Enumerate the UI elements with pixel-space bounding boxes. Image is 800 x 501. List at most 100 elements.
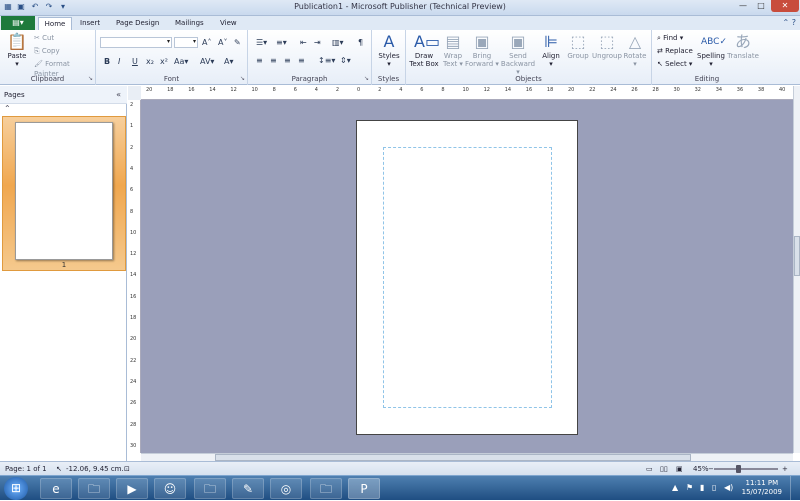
start-button[interactable]: ⊞ xyxy=(4,477,28,500)
zoom-slider-knob[interactable] xyxy=(736,465,741,473)
show-paragraph-marks-icon[interactable]: ¶ xyxy=(358,38,363,48)
bullets-icon[interactable]: ☰▾ xyxy=(256,38,267,48)
taskbar-folder-icon[interactable]: 🗀 xyxy=(194,478,226,499)
styles-button[interactable]: A Styles ▾ xyxy=(374,32,404,68)
copy-button[interactable]: ⎘ Copy xyxy=(34,46,60,56)
dialog-launcher-icon[interactable]: ↘ xyxy=(88,75,93,82)
zoom-in-button[interactable]: + xyxy=(782,465,788,473)
file-menu-button[interactable]: ▤▾ xyxy=(1,16,35,30)
shrink-font-icon[interactable]: A˅ xyxy=(218,38,227,48)
bold-icon[interactable]: B xyxy=(104,57,110,67)
taskbar-disc-app-icon[interactable]: ◎ xyxy=(270,478,302,499)
dialog-launcher-icon[interactable]: ↘ xyxy=(240,75,245,82)
paste-dropdown-icon: ▾ xyxy=(15,60,19,68)
tab-mailings[interactable]: Mailings xyxy=(171,17,208,30)
grow-font-icon[interactable]: A˄ xyxy=(202,38,211,48)
line-spacing-icon[interactable]: ↕≡▾ xyxy=(318,56,335,66)
align-center-icon[interactable]: ≡ xyxy=(270,56,277,66)
taskbar-publisher-icon[interactable]: P xyxy=(348,478,380,499)
taskbar-internet-explorer-icon[interactable]: e xyxy=(40,478,72,499)
find-button[interactable]: ⌕ Find ▾ xyxy=(657,33,683,43)
ruler-tick-label: 2 xyxy=(335,87,340,93)
vertical-scroll-thumb[interactable] xyxy=(794,236,800,276)
title-bar: ▦ ▣ ↶ ↷ ▾ Publication1 - Microsoft Publi… xyxy=(0,0,800,16)
styles-icon: A xyxy=(383,32,395,51)
character-spacing-icon[interactable]: AV▾ xyxy=(200,57,214,67)
font-color-icon[interactable]: A▾ xyxy=(224,57,234,67)
ruler-tick-label: 12 xyxy=(130,251,137,258)
underline-icon[interactable]: U xyxy=(132,57,138,67)
collapse-panel-icon[interactable]: « xyxy=(116,90,121,99)
subscript-icon[interactable]: x₂ xyxy=(146,57,154,67)
two-page-view-icon[interactable]: ▯▯ xyxy=(660,465,668,473)
dialog-launcher-icon[interactable]: ↘ xyxy=(364,75,369,82)
rotate-icon: △ xyxy=(628,32,642,51)
paste-button[interactable]: 📋 Paste ▾ xyxy=(3,32,31,68)
help-icon[interactable]: ⌃ ? xyxy=(783,18,797,27)
font-size-combo[interactable]: ▾ xyxy=(174,37,198,48)
ruler-tick-label: 22 xyxy=(130,357,137,364)
rotate-button[interactable]: △ Rotate ▾ xyxy=(620,32,650,68)
send-backward-button[interactable]: ▣ Send Backward ▾ xyxy=(500,32,536,76)
tab-page-design[interactable]: Page Design xyxy=(112,17,163,30)
minimize-button[interactable]: — xyxy=(734,0,752,12)
horizontal-scrollbar[interactable] xyxy=(141,453,793,461)
change-case-icon[interactable]: Aa▾ xyxy=(174,57,188,67)
columns-icon[interactable]: ▥▾ xyxy=(332,38,344,48)
draw-text-box-button[interactable]: A▭ Draw Text Box xyxy=(408,32,440,68)
publication-page[interactable] xyxy=(356,120,578,435)
align-right-icon[interactable]: ≡ xyxy=(284,56,291,66)
maximize-button[interactable]: □ xyxy=(752,0,770,12)
battery-icon[interactable]: ▯ xyxy=(712,483,716,492)
zoom-level[interactable]: 45% xyxy=(693,465,709,473)
ruler-tick-label: 14 xyxy=(504,87,512,93)
tab-home[interactable]: Home xyxy=(38,17,72,30)
replace-button[interactable]: ⇄ Replace xyxy=(657,46,693,56)
close-button[interactable]: ✕ xyxy=(771,0,799,12)
select-button[interactable]: ↖ Select ▾ xyxy=(657,59,692,69)
fit-page-icon[interactable]: ▣ xyxy=(676,465,683,473)
network-icon[interactable]: ▮ xyxy=(700,483,704,492)
superscript-icon[interactable]: x² xyxy=(160,57,168,67)
tab-insert[interactable]: Insert xyxy=(76,17,104,30)
show-desktop-button[interactable] xyxy=(790,476,800,501)
vertical-ruler[interactable]: 2 1 2 4 6 8 10 12 14 16 18 20 22 24 26 28 30 xyxy=(128,100,141,453)
translate-button[interactable]: あ Translate xyxy=(726,32,760,60)
taskbar-notes-folder-icon[interactable]: 🗀 xyxy=(310,478,342,499)
horizontal-scroll-thumb[interactable] xyxy=(215,454,691,461)
horizontal-ruler[interactable]: 20 18 16 14 12 10 8 6 4 2 0 2 4 6 8 10 12 14 16 18 20 22 24 26 2… xyxy=(141,86,793,100)
system-clock[interactable]: 11:11 PM 15/07/2009 xyxy=(742,479,782,497)
font-name-combo[interactable]: ▾ xyxy=(100,37,172,48)
tray-expand-icon[interactable]: ▲ xyxy=(672,483,678,492)
numbering-icon[interactable]: ≡▾ xyxy=(276,38,287,48)
tab-view[interactable]: View xyxy=(216,17,241,30)
bring-forward-button[interactable]: ▣ Bring Forward ▾ xyxy=(464,32,500,68)
single-page-view-icon[interactable]: ▭ xyxy=(646,465,653,473)
page-indicator[interactable]: Page: 1 of 1 xyxy=(5,465,47,473)
spelling-button[interactable]: ABC✓ Spelling ▾ xyxy=(696,32,727,68)
increase-indent-icon[interactable]: ⇥ xyxy=(314,38,321,48)
ungroup-button[interactable]: ⬚ Ungroup xyxy=(590,32,624,60)
italic-icon[interactable]: I xyxy=(118,57,120,67)
taskbar-media-player-icon[interactable]: ▶ xyxy=(116,478,148,499)
align-button[interactable]: ⊫ Align ▾ xyxy=(536,32,566,68)
zoom-out-button[interactable]: − xyxy=(708,465,714,473)
bring-forward-label-2: Forward ▾ xyxy=(465,60,499,68)
scratch-area[interactable] xyxy=(141,100,793,453)
scroll-up-icon[interactable]: ⌃ xyxy=(4,104,11,113)
zoom-slider[interactable] xyxy=(714,465,778,473)
cut-button[interactable]: ✂ Cut xyxy=(34,33,54,43)
taskbar-app-bird-icon[interactable]: ✎ xyxy=(232,478,264,499)
volume-icon[interactable]: ◀) xyxy=(724,483,733,492)
justify-icon[interactable]: ≡ xyxy=(298,56,305,66)
group-button[interactable]: ⬚ Group xyxy=(564,32,592,60)
clear-formatting-icon[interactable]: ✎ xyxy=(234,38,241,48)
paragraph-spacing-icon[interactable]: ⇕▾ xyxy=(340,56,351,66)
taskbar-windows-explorer-icon[interactable]: 🗀 xyxy=(78,478,110,499)
taskbar-messenger-icon[interactable]: ☺ xyxy=(154,478,186,499)
vertical-scrollbar[interactable] xyxy=(793,86,800,453)
page-thumbnail[interactable]: 1 xyxy=(2,116,126,271)
decrease-indent-icon[interactable]: ⇤ xyxy=(300,38,307,48)
align-left-icon[interactable]: ≡ xyxy=(256,56,263,66)
action-center-flag-icon[interactable]: ⚑ xyxy=(686,483,693,492)
